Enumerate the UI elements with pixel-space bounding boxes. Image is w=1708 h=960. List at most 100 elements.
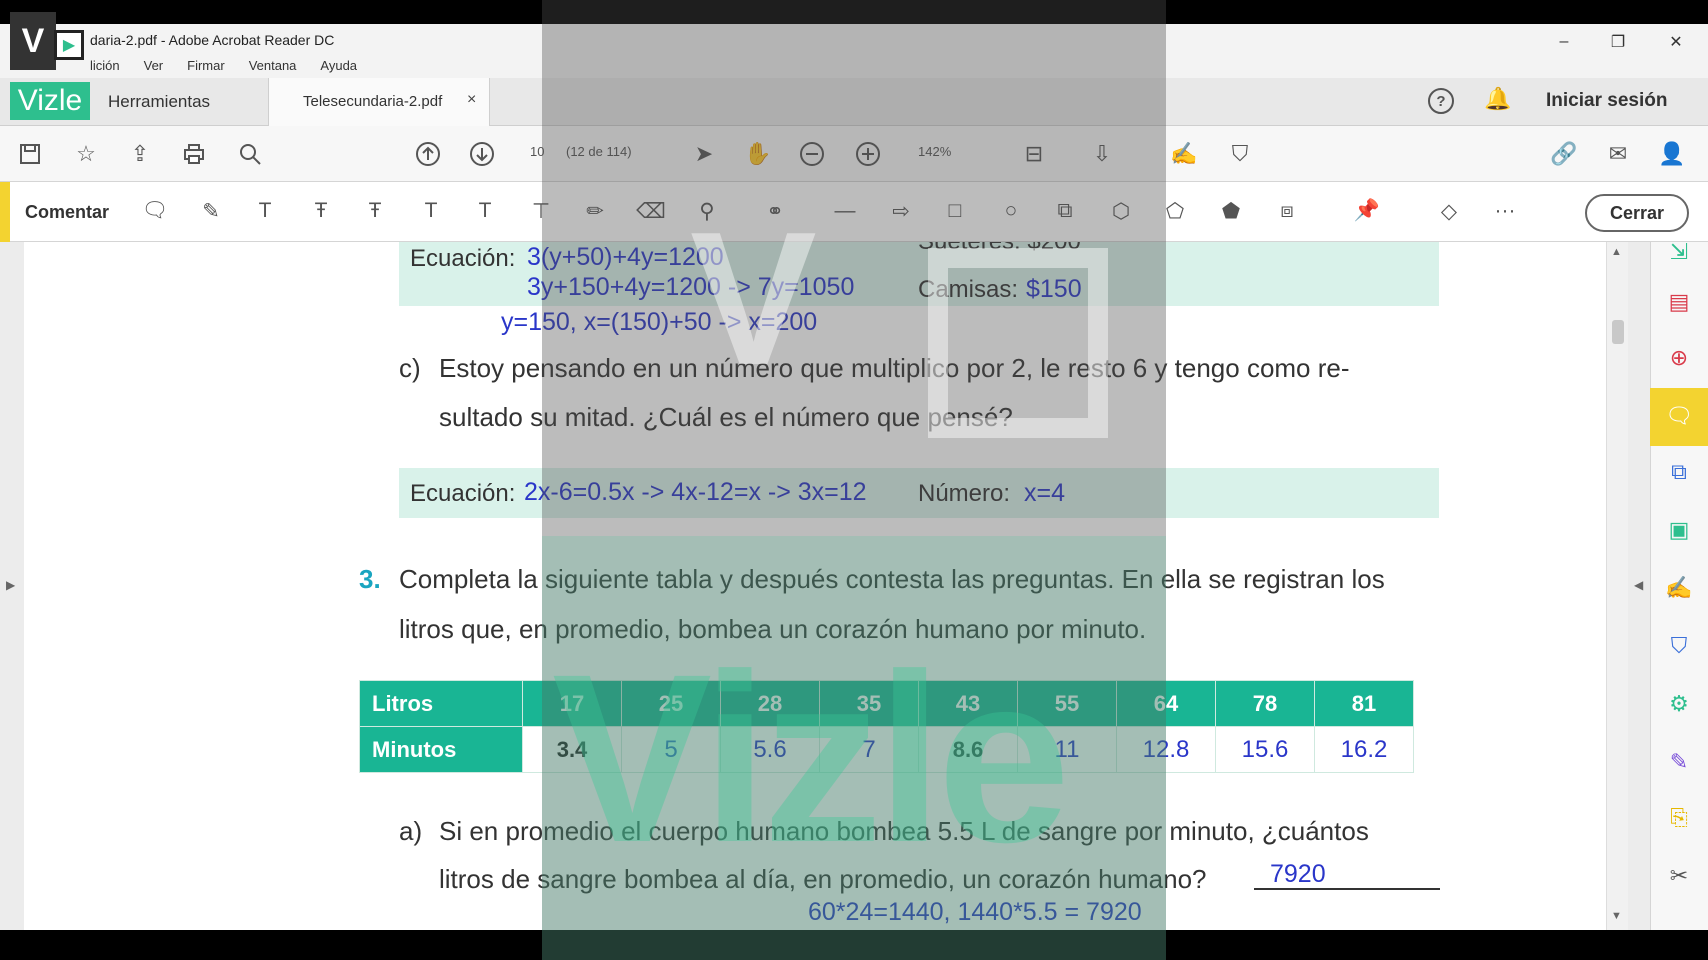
- tab-herramientas[interactable]: Herramientas: [108, 92, 210, 112]
- text-icon[interactable]: T: [250, 196, 280, 226]
- camisas-value: $150: [1026, 275, 1082, 303]
- request-signature-icon[interactable]: ✎: [1663, 746, 1695, 778]
- cloud-icon[interactable]: ⬟: [1216, 196, 1246, 226]
- organize-pages-icon[interactable]: ▣: [1663, 514, 1695, 546]
- attach-icon[interactable]: ⚭: [760, 196, 790, 226]
- table-cell: 15.6: [1215, 726, 1315, 773]
- scroll-up-icon[interactable]: ▲: [1611, 246, 1622, 258]
- polygon-icon[interactable]: ⬡: [1106, 196, 1136, 226]
- select-cursor-icon[interactable]: ➤: [688, 138, 720, 170]
- menu-firmar[interactable]: Firmar: [187, 58, 225, 73]
- main-toolbar: ☆ ⇪ 10 (12 de 114) ➤ ✋ 142% ⊟ ⇩ ✍ ⛉ 🔗 ✉ …: [0, 126, 1708, 182]
- bookmark-star-icon[interactable]: ☆: [70, 138, 102, 170]
- more-tools-icon[interactable]: ✂: [1663, 860, 1695, 892]
- protect-icon[interactable]: ⛉: [1663, 630, 1695, 662]
- mail-icon[interactable]: ✉: [1602, 138, 1634, 170]
- row-header-minutos: Minutos: [359, 726, 523, 773]
- sign-icon[interactable]: ✍: [1168, 138, 1200, 170]
- scroll-thumb[interactable]: [1612, 320, 1624, 344]
- upload-icon[interactable]: ⇪: [124, 138, 156, 170]
- sticky-note-icon[interactable]: 🗨: [140, 196, 170, 226]
- table-cell: 11: [1017, 726, 1117, 773]
- zoom-in-icon[interactable]: [852, 138, 884, 170]
- line-icon[interactable]: —: [830, 196, 860, 226]
- comment-tool-label: Comentar: [25, 202, 110, 222]
- menu-edicion[interactable]: lición: [90, 58, 120, 73]
- scroll-down-icon[interactable]: ▼: [1611, 910, 1622, 922]
- zoom-out-icon[interactable]: [796, 138, 828, 170]
- share-link-icon[interactable]: 🔗: [1548, 138, 1580, 170]
- replace-text-icon[interactable]: Ŧ: [360, 196, 390, 226]
- table-cell: 5.6: [720, 726, 820, 773]
- create-pdf-icon[interactable]: ⊕: [1663, 342, 1695, 374]
- bell-icon[interactable]: 🔔: [1484, 86, 1511, 112]
- fit-page-icon[interactable]: ⊟: [1018, 138, 1050, 170]
- page-number-input[interactable]: 10: [530, 144, 544, 159]
- text-box-icon[interactable]: ⊤: [526, 196, 556, 226]
- signin-button[interactable]: Iniciar sesión: [1546, 90, 1667, 112]
- fill-sign-icon[interactable]: ✍: [1663, 572, 1695, 604]
- menu-ventana[interactable]: Ventana: [249, 58, 297, 73]
- vertical-scrollbar[interactable]: ▲ ▼: [1606, 242, 1628, 930]
- table-cell: 7: [819, 726, 919, 773]
- search-icon[interactable]: [234, 138, 266, 170]
- table-row-litros: Litros 17 25 28 35 43 55 64 78 81: [359, 680, 1414, 727]
- tab-close-icon[interactable]: ×: [467, 91, 476, 109]
- pin-icon[interactable]: 📌: [1352, 196, 1382, 226]
- more-options-icon[interactable]: ···: [1490, 196, 1520, 226]
- document-viewport[interactable]: Ecuación: 3(y+50)+4y=1200 3y+150+4y=1200…: [0, 242, 1650, 930]
- menu-ver[interactable]: Ver: [144, 58, 164, 73]
- right-panel-toggle-icon[interactable]: ◀: [1634, 578, 1643, 592]
- zoom-level-select[interactable]: 142%: [918, 144, 951, 159]
- close-window-button[interactable]: ✕: [1652, 28, 1700, 56]
- pencil-icon[interactable]: ✏: [580, 196, 610, 226]
- question-c-line2: sultado su mitad. ¿Cuál es el número que…: [439, 402, 1013, 432]
- oval-icon[interactable]: ○: [996, 196, 1026, 226]
- tab-document[interactable]: Telesecundaria-2.pdf ×: [268, 78, 490, 126]
- export-pdf-icon[interactable]: ⇲: [1663, 236, 1695, 268]
- highlight-icon[interactable]: ✎: [196, 196, 226, 226]
- table-cell: 78: [1215, 680, 1315, 727]
- add-text-icon[interactable]: T: [470, 196, 500, 226]
- color-fill-icon[interactable]: ◇: [1434, 196, 1464, 226]
- strikethrough-icon[interactable]: Ŧ: [306, 196, 336, 226]
- send-for-review-icon[interactable]: ⎘: [1663, 802, 1695, 834]
- edit-pdf-icon[interactable]: ▤: [1663, 286, 1695, 318]
- insert-text-icon[interactable]: T: [416, 196, 446, 226]
- question-a-answer: 7920: [1270, 860, 1326, 888]
- help-icon[interactable]: ?: [1428, 88, 1454, 114]
- text-callout-icon[interactable]: ⧉: [1050, 196, 1080, 226]
- close-comment-button[interactable]: Cerrar: [1585, 194, 1689, 232]
- eq1-line2: 3y+150+4y=1200 -> 7y=1050: [527, 273, 855, 301]
- optimize-icon[interactable]: ⚙: [1663, 688, 1695, 720]
- comment-panel-icon[interactable]: 🗨: [1663, 400, 1695, 432]
- litros-minutos-table: Litros 17 25 28 35 43 55 64 78 81 Minuto…: [359, 680, 1414, 773]
- menu-ayuda[interactable]: Ayuda: [320, 58, 357, 73]
- share-user-icon[interactable]: 👤: [1656, 138, 1688, 170]
- vizle-watermark-logo: V ▶: [10, 12, 86, 74]
- scroll-mode-icon[interactable]: ⇩: [1086, 138, 1118, 170]
- hand-tool-icon[interactable]: ✋: [742, 138, 774, 170]
- table-cell: 35: [819, 680, 919, 727]
- page-count: (12 de 114): [566, 144, 632, 159]
- previous-page-icon[interactable]: [412, 138, 444, 170]
- next-page-icon[interactable]: [466, 138, 498, 170]
- polygon-line-icon[interactable]: ⬠: [1160, 196, 1190, 226]
- title-bar: daria-2.pdf - Adobe Acrobat Reader DC li…: [0, 24, 1708, 78]
- question-a-line1: Si en promedio el cuerpo humano bombea 5…: [439, 816, 1369, 846]
- rectangle-icon[interactable]: □: [940, 196, 970, 226]
- eq1-label: Ecuación:: [410, 245, 516, 272]
- combine-files-icon[interactable]: ⧉: [1663, 456, 1695, 488]
- save-icon[interactable]: [14, 138, 46, 170]
- stamp-icon[interactable]: ⛉: [1224, 138, 1256, 170]
- pdf-page: Ecuación: 3(y+50)+4y=1200 3y+150+4y=1200…: [24, 242, 1610, 930]
- eraser-icon[interactable]: ⌫: [636, 196, 666, 226]
- left-panel-toggle-icon[interactable]: ▶: [6, 578, 15, 592]
- print-icon[interactable]: [178, 138, 210, 170]
- stamp-tool-icon[interactable]: ⚲: [692, 196, 722, 226]
- restore-button[interactable]: ❐: [1594, 28, 1642, 56]
- group-icon[interactable]: ⧈: [1272, 196, 1302, 226]
- tab-bar: Vizle Herramientas Telesecundaria-2.pdf …: [0, 78, 1708, 126]
- minimize-button[interactable]: –: [1540, 28, 1588, 56]
- arrow-icon[interactable]: ⇨: [886, 196, 916, 226]
